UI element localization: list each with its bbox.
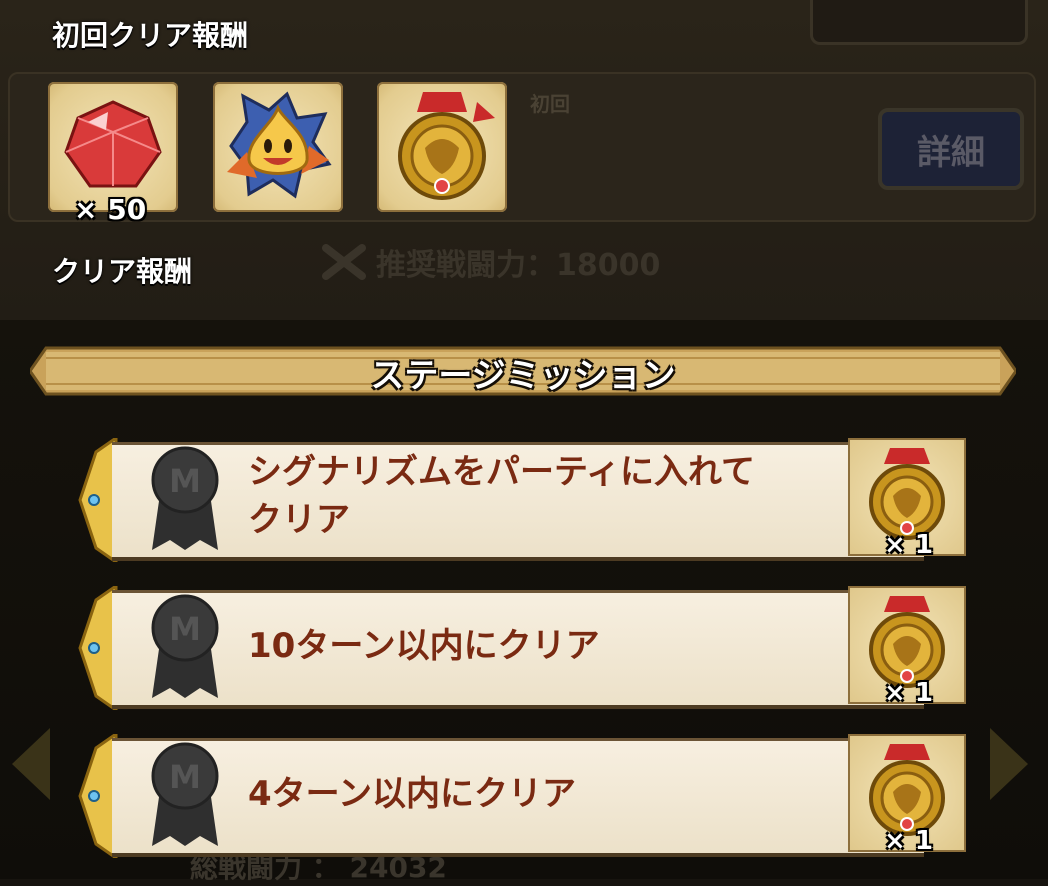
recommended-power-text: 推奨戦闘力：18000 [376, 248, 661, 283]
mission-reward-qty: × 1 [884, 678, 933, 708]
right-arrow-icon [990, 728, 1028, 800]
mission-reward-item[interactable]: × 1 [848, 586, 966, 708]
mission-text-line1: 10ターン以内にクリア [248, 626, 600, 666]
svg-text:M: M [169, 462, 201, 500]
reward-item-slime-badge[interactable] [213, 82, 343, 212]
mission-text-line1: シグナリズムをパーティに入れて [248, 452, 755, 492]
mission-row[interactable]: M 10ターン以内にクリア × 1 [76, 586, 966, 710]
reward-item-medal[interactable] [377, 82, 507, 212]
detail-button-dimmed: 詳細 [878, 108, 1024, 190]
svg-text:M: M [169, 758, 201, 796]
mission-row[interactable]: M 4ターン以内にクリア × 1 [76, 734, 966, 858]
slime-badge-icon [227, 91, 332, 199]
stage-mission-title: ステージミッション [370, 356, 676, 396]
mission-reward-item[interactable]: × 1 [848, 438, 966, 560]
mission-row[interactable]: M シグナリズムをパーティに入れて クリア × 1 [76, 438, 966, 562]
mission-text-line1: 4ターン以内にクリア [248, 774, 576, 814]
mission-reward-qty: × 1 [884, 530, 933, 560]
detail-button-label: 詳細 [917, 132, 985, 173]
mission-reward-item[interactable]: × 1 [848, 734, 966, 856]
gem-quantity: × 50 [74, 193, 147, 226]
stage-mission-banner: ステージミッション [30, 336, 1016, 406]
clear-reward-label: クリア報酬 [52, 255, 193, 288]
enemy-info-button-dimmed [810, 0, 1028, 45]
first-clear-reward-label: 初回クリア報酬 [52, 19, 249, 52]
mission-text-line2: クリア [248, 500, 350, 540]
gold-medal-icon [398, 92, 495, 200]
mission-reward-qty: × 1 [884, 826, 933, 856]
mission-badge-icon: M [151, 446, 219, 550]
crossed-swords-icon [322, 244, 366, 280]
first-clear-tag-dimmed: 初回 [530, 92, 570, 116]
recommended-power-dimmed: 推奨戦闘力：18000 [322, 240, 660, 284]
mission-badge-icon: M [151, 742, 219, 846]
left-arrow-icon [12, 728, 50, 800]
svg-text:M: M [169, 610, 201, 648]
mission-badge-icon: M [151, 594, 219, 698]
